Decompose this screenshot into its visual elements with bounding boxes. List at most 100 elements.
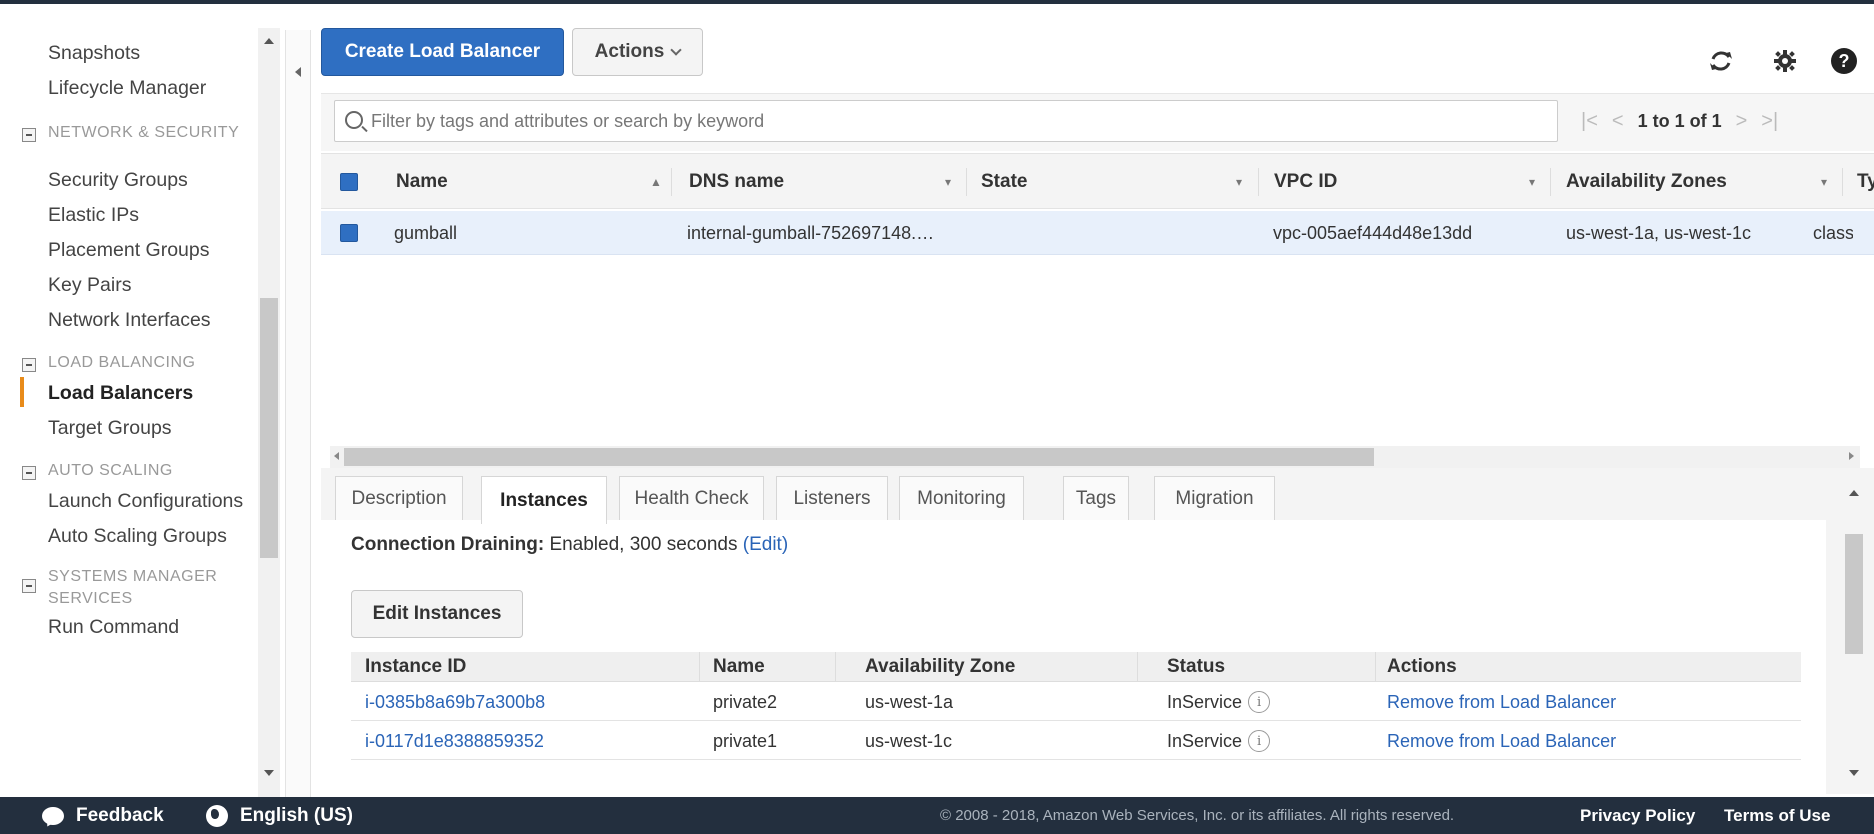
scroll-right-icon[interactable] — [1849, 452, 1854, 460]
info-icon[interactable]: i — [1248, 691, 1271, 713]
column-header-vpc-id[interactable]: VPC ID — [1274, 154, 1337, 210]
column-divider — [1375, 652, 1376, 682]
help-icon[interactable]: ? — [1829, 46, 1859, 76]
scroll-down-icon[interactable] — [1849, 770, 1859, 776]
terms-of-use-link[interactable]: Terms of Use — [1724, 797, 1830, 834]
sidebar-collapse-toggle[interactable] — [285, 30, 311, 820]
column-header-instance-id[interactable]: Instance ID — [365, 652, 466, 682]
sidebar-item-target-groups[interactable]: Target Groups — [48, 417, 172, 440]
instance-id-link[interactable]: i-0117d1e8388859352 — [365, 722, 544, 760]
collapse-toggle-icon[interactable] — [22, 579, 36, 593]
instance-row: i-0385b8a69b7a300b8 private2 us-west-1a … — [351, 683, 1801, 721]
instance-row: i-0117d1e8388859352 private1 us-west-1c … — [351, 722, 1801, 760]
sidebar-item-lifecycle-manager[interactable]: Lifecycle Manager — [48, 77, 206, 100]
details-scrollbar[interactable] — [1831, 468, 1874, 794]
sidebar-section-title: SYSTEMS MANAGER SERVICES — [48, 568, 218, 607]
tab-migration[interactable]: Migration — [1154, 476, 1275, 520]
horizontal-scrollbar[interactable] — [330, 446, 1860, 468]
scroll-thumb[interactable] — [1845, 534, 1863, 654]
sidebar-item-load-balancers[interactable]: Load Balancers — [48, 382, 193, 405]
privacy-policy-link[interactable]: Privacy Policy — [1580, 797, 1695, 834]
collapse-toggle-icon[interactable] — [22, 358, 36, 372]
copyright-text: © 2008 - 2018, Amazon Web Services, Inc.… — [940, 807, 1455, 824]
column-header-name[interactable]: Name — [713, 652, 765, 682]
instances-panel: Connection Draining: Enabled, 300 second… — [321, 520, 1826, 794]
collapse-toggle-icon[interactable] — [22, 466, 36, 480]
tab-tags[interactable]: Tags — [1063, 476, 1129, 520]
sidebar-item-security-groups[interactable]: Security Groups — [48, 169, 188, 192]
help-glyph: ? — [1831, 48, 1857, 74]
tab-description[interactable]: Description — [335, 476, 463, 520]
sidebar-scrollbar[interactable] — [258, 28, 280, 797]
tab-health-check[interactable]: Health Check — [619, 476, 764, 520]
remove-from-load-balancer-link[interactable]: Remove from Load Balancer — [1387, 683, 1616, 721]
sidebar-item-run-command[interactable]: Run Command — [48, 616, 179, 639]
search-input[interactable] — [371, 101, 1541, 141]
sidebar-section-title: AUTO SCALING — [48, 462, 173, 479]
edit-draining-link[interactable]: (Edit) — [743, 534, 788, 555]
sidebar-item-auto-scaling-groups[interactable]: Auto Scaling Groups — [48, 525, 227, 548]
sidebar-item-placement-groups[interactable]: Placement Groups — [48, 239, 210, 262]
column-header-status[interactable]: Status — [1167, 652, 1225, 682]
sort-icon[interactable]: ▾ — [1236, 154, 1242, 210]
collapse-toggle-icon[interactable] — [22, 128, 36, 142]
sort-icon[interactable]: ▾ — [945, 154, 951, 210]
chevron-down-icon — [670, 44, 683, 56]
speech-bubble-icon — [42, 806, 64, 825]
gear-icon[interactable] — [1770, 46, 1800, 76]
details-panel: Description Instances Health Check Liste… — [321, 468, 1874, 794]
edit-instances-button[interactable]: Edit Instances — [351, 590, 523, 638]
column-header-dns-name[interactable]: DNS name — [689, 154, 784, 210]
connection-draining-value: Enabled, 300 seconds — [549, 534, 738, 555]
next-page-icon[interactable]: > — [1736, 110, 1748, 133]
sort-icon[interactable]: ▾ — [1529, 154, 1535, 210]
column-header-actions[interactable]: Actions — [1387, 652, 1457, 682]
language-selector[interactable]: English (US) — [206, 797, 353, 834]
tab-instances[interactable]: Instances — [481, 476, 607, 524]
scroll-up-icon[interactable] — [264, 38, 274, 44]
sidebar-item-launch-configurations[interactable]: Launch Configurations — [48, 490, 243, 513]
scroll-thumb[interactable] — [260, 298, 278, 558]
info-icon[interactable]: i — [1248, 730, 1271, 752]
refresh-icon[interactable] — [1706, 46, 1736, 76]
feedback-label: Feedback — [76, 804, 164, 826]
actions-label: Actions — [594, 41, 665, 62]
tab-monitoring[interactable]: Monitoring — [899, 476, 1024, 520]
last-page-icon[interactable]: >| — [1761, 110, 1778, 133]
column-header-availability-zone[interactable]: Availability Zone — [865, 652, 1015, 682]
connection-draining-label: Connection Draining: — [351, 534, 545, 555]
instance-zone: us-west-1a — [865, 691, 954, 712]
prev-page-icon[interactable]: < — [1612, 110, 1624, 133]
row-checkbox[interactable] — [340, 211, 358, 255]
instance-id-link[interactable]: i-0385b8a69b7a300b8 — [365, 683, 545, 721]
table-row[interactable]: gumball internal-gumball-752697148.… vpc… — [321, 211, 1874, 255]
actions-dropdown[interactable]: Actions — [572, 28, 703, 76]
sort-asc-icon[interactable]: ▲ — [650, 154, 662, 210]
first-page-icon[interactable]: |< — [1581, 110, 1598, 133]
remove-from-load-balancer-link[interactable]: Remove from Load Balancer — [1387, 722, 1616, 760]
language-label: English (US) — [240, 804, 353, 826]
instance-name: private2 — [713, 691, 778, 712]
column-header-name[interactable]: Name — [396, 154, 448, 210]
checkbox-icon — [340, 173, 358, 191]
feedback-link[interactable]: Feedback — [42, 797, 164, 834]
sort-icon[interactable]: ▾ — [1821, 154, 1827, 210]
scroll-up-icon[interactable] — [1849, 490, 1859, 496]
scroll-left-icon[interactable] — [334, 452, 339, 460]
search-field[interactable] — [334, 100, 1558, 142]
column-divider — [1842, 168, 1843, 196]
caret-left-icon — [295, 67, 301, 77]
select-all-checkbox[interactable] — [340, 154, 358, 210]
column-header-availability-zones[interactable]: Availability Zones — [1566, 154, 1727, 210]
globe-icon — [206, 804, 228, 827]
tab-listeners[interactable]: Listeners — [776, 476, 888, 520]
scroll-down-icon[interactable] — [264, 770, 274, 776]
sidebar-item-snapshots[interactable]: Snapshots — [48, 42, 140, 65]
sidebar-item-network-interfaces[interactable]: Network Interfaces — [48, 309, 211, 332]
scroll-thumb[interactable] — [344, 448, 1374, 466]
sidebar-item-key-pairs[interactable]: Key Pairs — [48, 274, 131, 297]
column-header-state[interactable]: State — [981, 154, 1027, 210]
create-load-balancer-button[interactable]: Create Load Balancer — [321, 28, 564, 76]
column-header-type[interactable]: Type — [1857, 154, 1874, 210]
sidebar-item-elastic-ips[interactable]: Elastic IPs — [48, 204, 139, 227]
